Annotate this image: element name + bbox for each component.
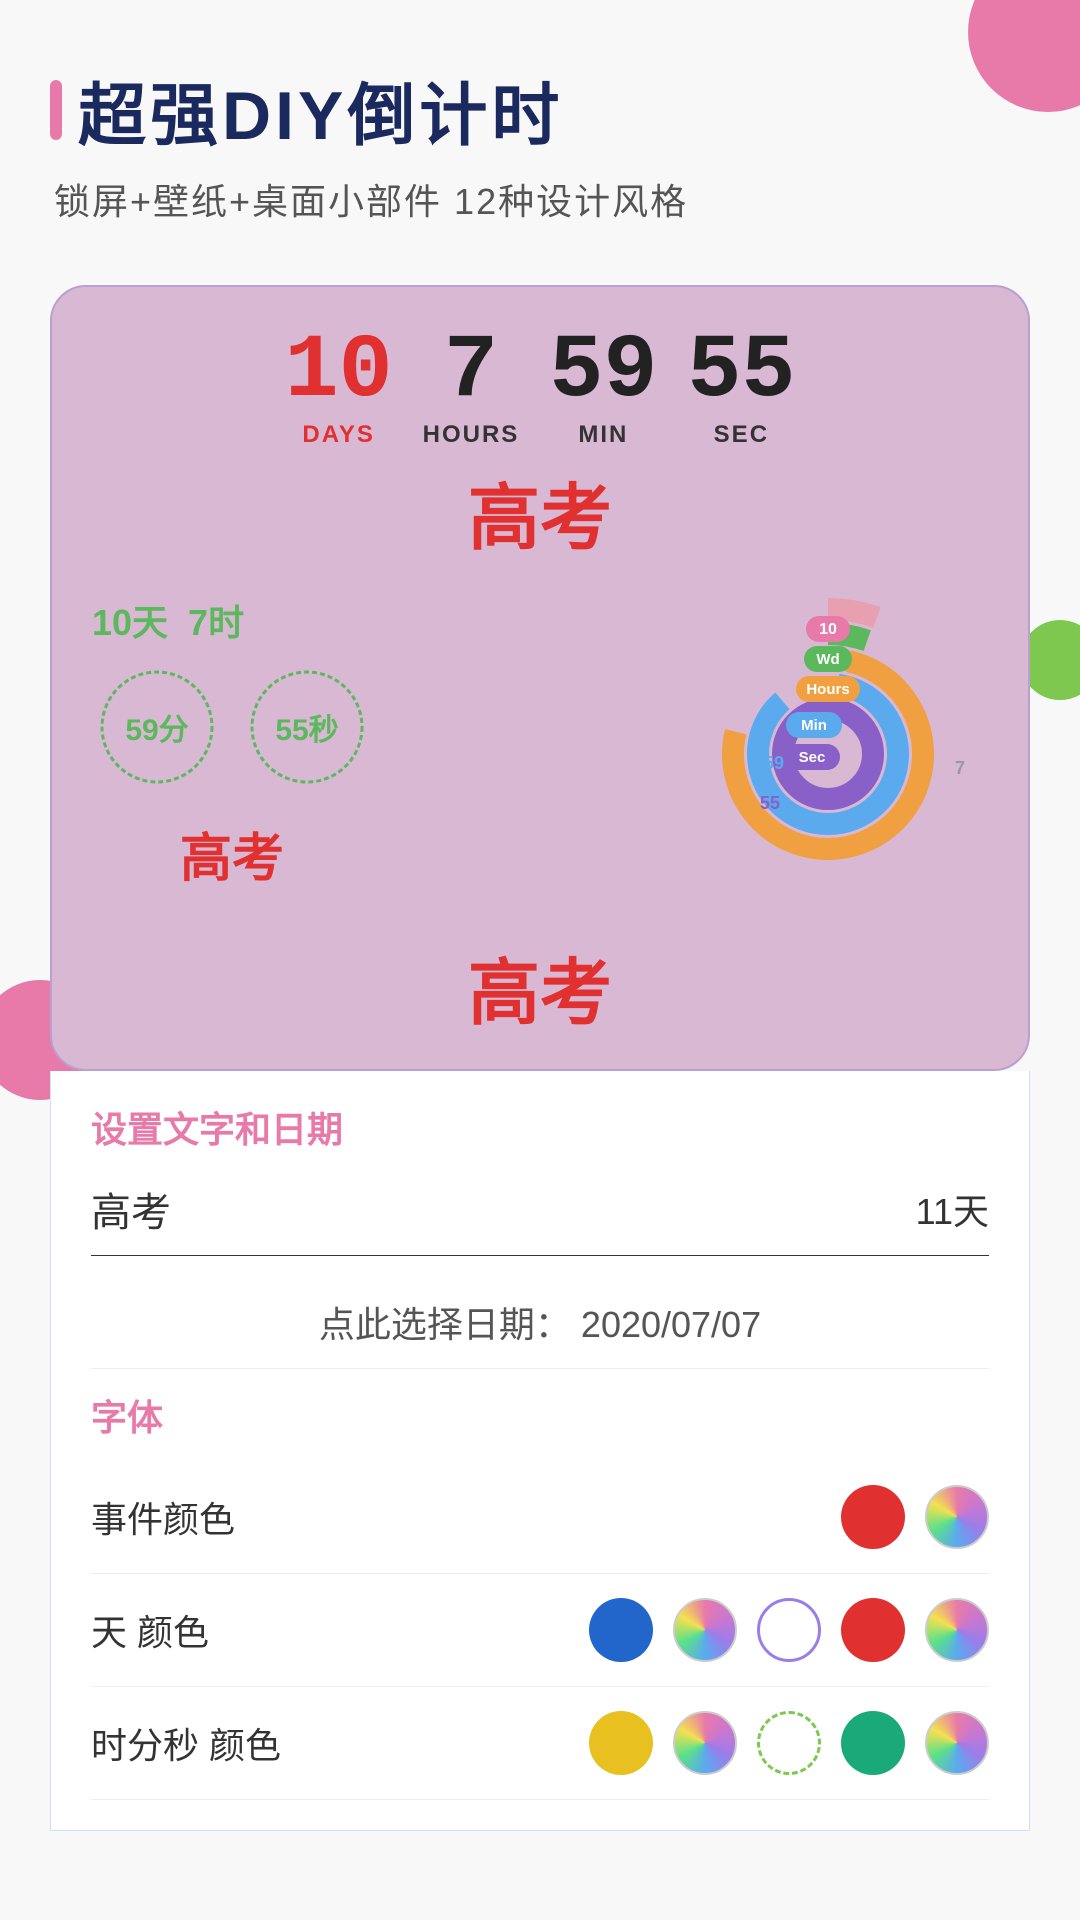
svg-text:10: 10: [819, 621, 837, 638]
settings-section-title: 设置文字和日期: [91, 1101, 989, 1153]
time-color-swatches: [589, 1711, 989, 1775]
days-color-floral2[interactable]: [925, 1598, 989, 1662]
timer-sec-label: SEC: [714, 421, 769, 449]
timer-hours-value: 7: [444, 327, 498, 417]
color-row-event: 事件颜色: [91, 1461, 989, 1574]
widget-row-days-hours: 10天 7时: [92, 594, 372, 646]
app-title: 超强DIY倒计时: [78, 60, 563, 159]
card-event-title: 高考: [82, 459, 998, 564]
timer-days-label: DAYS: [302, 421, 374, 449]
svg-text:Min: Min: [801, 717, 827, 734]
svg-text:Wd: Wd: [816, 651, 839, 668]
time-color-floral2[interactable]: [925, 1711, 989, 1775]
color-row-days: 天 颜色: [91, 1574, 989, 1687]
timer-min-value: 59: [549, 327, 657, 417]
widget-sec-label: 55秒: [275, 705, 338, 749]
date-select-label: 点此选择日期：: [319, 1304, 571, 1345]
timer-unit-hours: 7 HOURS: [423, 327, 520, 449]
app-subtitle: 锁屏+壁纸+桌面小部件 12种设计风格: [54, 181, 688, 222]
header: 超强DIY倒计时 锁屏+壁纸+桌面小部件 12种设计风格: [0, 0, 1080, 245]
days-color-outline[interactable]: [757, 1598, 821, 1662]
widget-hours-text: 7时: [188, 594, 244, 646]
event-color-red[interactable]: [841, 1485, 905, 1549]
time-color-outline-green[interactable]: [757, 1711, 821, 1775]
days-color-blue[interactable]: [589, 1598, 653, 1662]
time-color-label: 时分秒 颜色: [91, 1717, 589, 1769]
days-badge: 11天: [916, 1183, 989, 1235]
widgets-area: 10天 7时 59分 55秒: [82, 594, 998, 914]
event-name-input[interactable]: [91, 1187, 916, 1232]
date-value: 2020/07/07: [581, 1304, 761, 1345]
widget-days-text: 10天: [92, 594, 168, 646]
svg-text:7: 7: [955, 758, 965, 778]
timer-hours-label: HOURS: [423, 421, 520, 449]
svg-text:Hours: Hours: [806, 681, 849, 698]
svg-text:59: 59: [764, 753, 784, 773]
donut-chart: 10 Wd Hours 59 Min 55 Sec 7: [668, 594, 988, 914]
svg-text:Sec: Sec: [799, 749, 826, 766]
timer-sec-value: 55: [687, 327, 795, 417]
color-row-time: 时分秒 颜色: [91, 1687, 989, 1800]
font-section: 字体 事件颜色 天 颜色 时分秒 颜色: [91, 1389, 989, 1800]
left-event-label: 高考: [92, 816, 372, 891]
days-color-swatches: [589, 1598, 989, 1662]
widget-sec-circle: 55秒: [242, 662, 372, 792]
event-color-floral[interactable]: [925, 1485, 989, 1549]
timer-unit-sec: 55 SEC: [687, 327, 795, 449]
header-accent-bar: [50, 80, 62, 140]
timer-days-value: 10: [285, 327, 393, 417]
time-color-yellow[interactable]: [589, 1711, 653, 1775]
date-select-row[interactable]: 点此选择日期： 2020/07/07: [91, 1276, 989, 1369]
time-color-green[interactable]: [841, 1711, 905, 1775]
timer-min-label: MIN: [578, 421, 628, 449]
left-widgets: 10天 7时 59分 55秒: [92, 594, 372, 891]
timer-unit-days: 10 DAYS: [285, 327, 393, 449]
svg-text:55: 55: [760, 793, 780, 813]
widget-min-label: 59分: [125, 705, 188, 749]
widget-row-min-sec: 59分 55秒: [92, 662, 372, 792]
settings-panel: 设置文字和日期 11天 点此选择日期： 2020/07/07 字体 事件颜色 天…: [50, 1071, 1030, 1831]
card-bottom-title: 高考: [82, 934, 998, 1039]
font-section-title: 字体: [91, 1389, 989, 1441]
timer-row: 10 DAYS 7 HOURS 59 MIN 55 SEC: [82, 327, 998, 449]
days-color-label: 天 颜色: [91, 1604, 589, 1656]
event-color-swatches: [841, 1485, 989, 1549]
days-color-floral1[interactable]: [673, 1598, 737, 1662]
preview-card: 10 DAYS 7 HOURS 59 MIN 55 SEC 高考 10天 7时: [50, 285, 1030, 1071]
event-color-label: 事件颜色: [91, 1491, 841, 1543]
time-color-floral1[interactable]: [673, 1711, 737, 1775]
event-input-row[interactable]: 11天: [91, 1173, 989, 1256]
days-color-red[interactable]: [841, 1598, 905, 1662]
timer-unit-min: 59 MIN: [549, 327, 657, 449]
header-title-row: 超强DIY倒计时: [50, 60, 1030, 159]
widget-min-circle: 59分: [92, 662, 222, 792]
